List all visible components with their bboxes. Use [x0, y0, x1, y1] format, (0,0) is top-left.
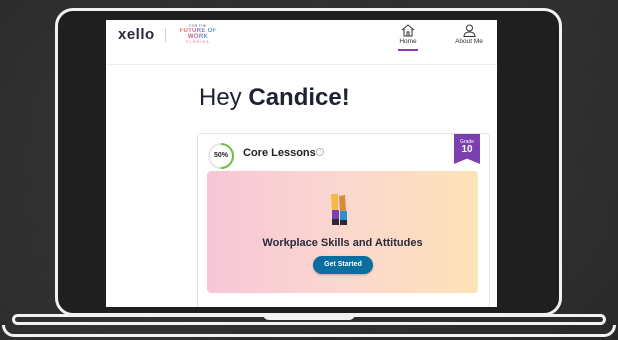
high-five-icon — [331, 194, 347, 225]
user-icon — [462, 24, 476, 37]
nav-active-indicator — [398, 49, 418, 51]
greeting-heading: Hey Candice! — [199, 84, 350, 112]
progress-ring: 50% — [207, 142, 235, 170]
nav-about-me[interactable]: About Me — [451, 24, 487, 60]
get-started-button[interactable]: Get Started — [313, 256, 373, 274]
nav-about-label: About Me — [455, 38, 483, 45]
lesson-banner[interactable]: Workplace Skills and Attitudes Get Start… — [207, 171, 478, 293]
xello-logo[interactable]: xello — [118, 26, 155, 43]
grade-badge: Grade 10 — [454, 134, 480, 164]
core-lessons-title: Core Lessons — [243, 147, 316, 159]
greeting-prefix: Hey — [199, 84, 249, 111]
grade-value: 10 — [461, 144, 473, 155]
progress-percent: 50% — [213, 152, 228, 159]
partner-main-text: FUTURE OF WORK — [172, 28, 224, 40]
top-header: xello FOR THE FUTURE OF WORK FLORIDA Hom… — [106, 20, 497, 65]
home-icon — [401, 24, 415, 37]
greeting-name: Candice! — [248, 84, 350, 111]
laptop-base-bottom — [2, 325, 616, 337]
laptop-notch — [263, 314, 355, 320]
partner-logo: FOR THE FUTURE OF WORK FLORIDA — [172, 24, 224, 44]
info-icon[interactable]: i — [316, 148, 324, 156]
nav-home[interactable]: Home — [394, 24, 422, 60]
lesson-title: Workplace Skills and Attitudes — [262, 237, 423, 249]
nav-home-label: Home — [399, 38, 417, 45]
logo-divider — [165, 28, 166, 42]
laptop-base — [2, 314, 616, 340]
app-screen: xello FOR THE FUTURE OF WORK FLORIDA Hom… — [106, 20, 497, 307]
core-lessons-card: 50% Core Lessons i Grade 10 Workplace Sk… — [197, 133, 490, 307]
partner-state-text: FLORIDA — [186, 40, 210, 44]
